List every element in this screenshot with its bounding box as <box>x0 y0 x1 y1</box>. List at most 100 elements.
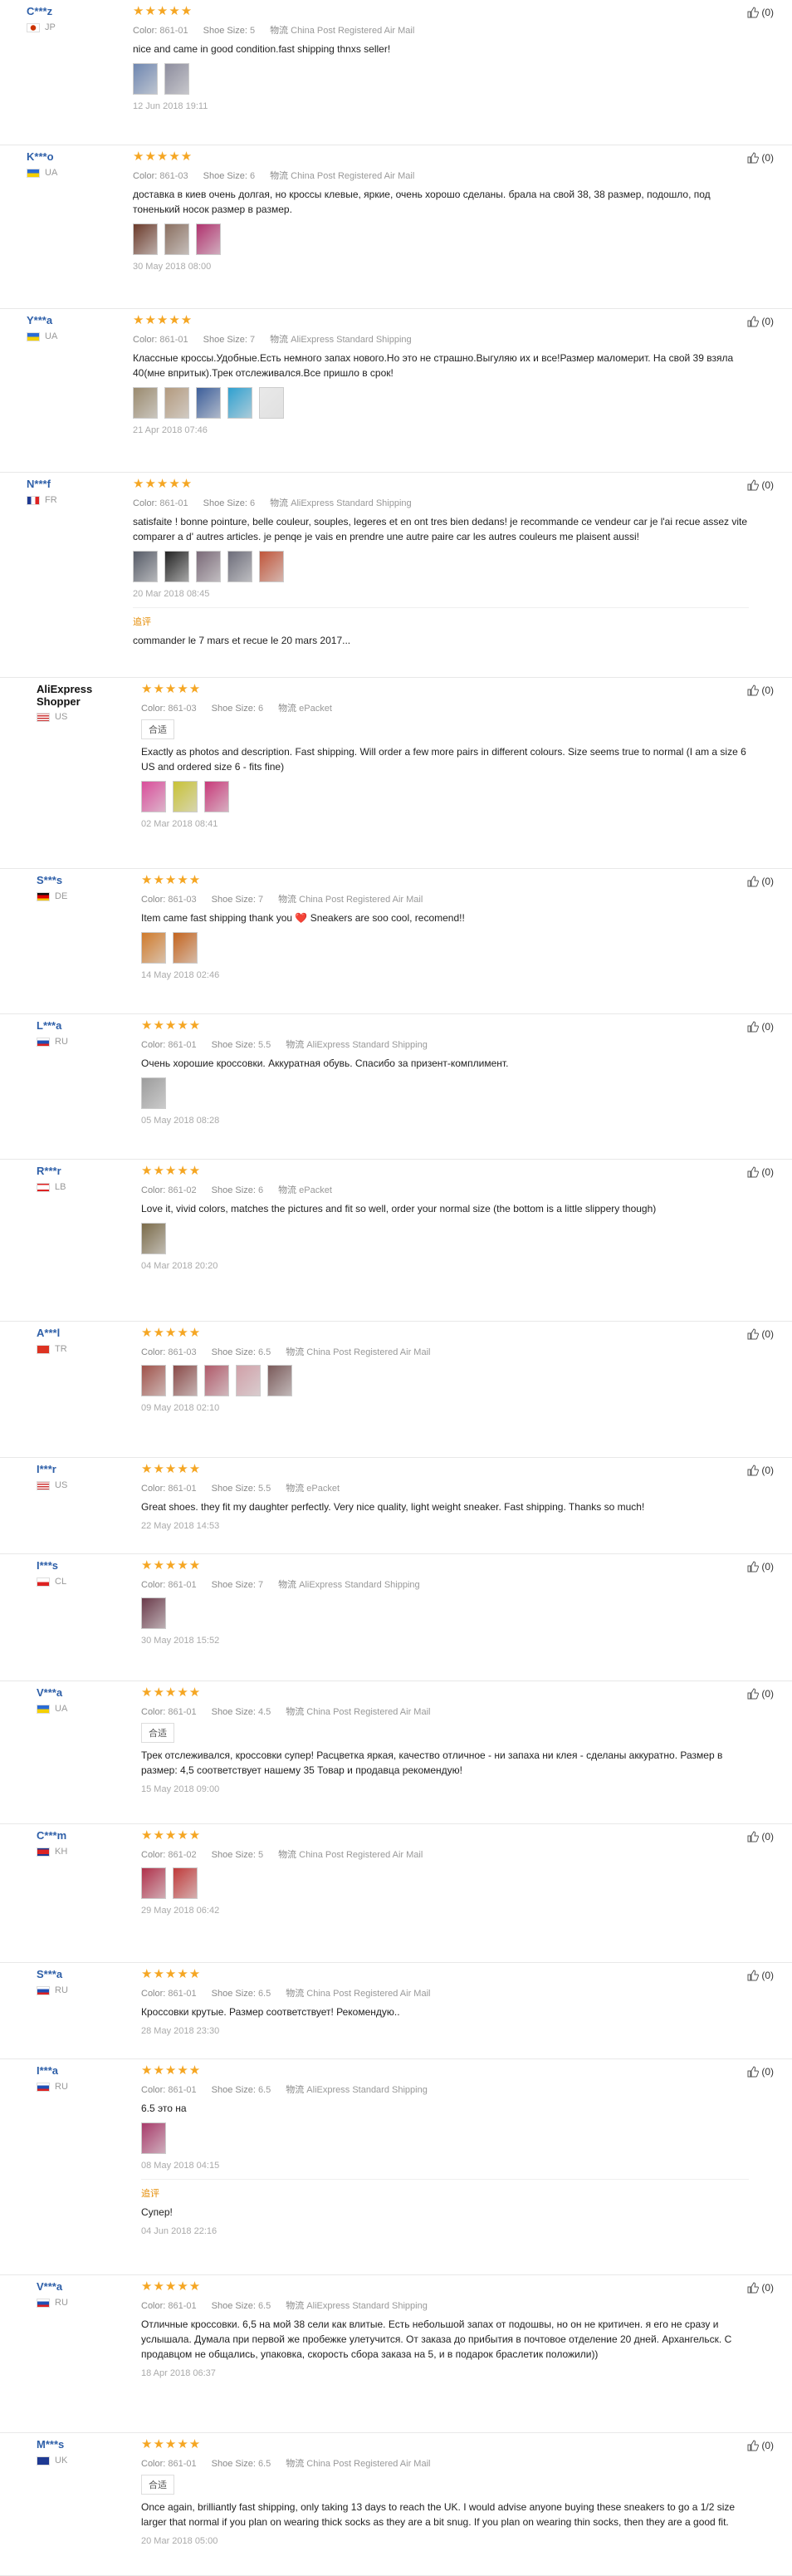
thumbs-up-icon[interactable] <box>747 1970 760 1981</box>
helpful-button[interactable]: (0) <box>747 479 774 491</box>
helpful-button[interactable]: (0) <box>747 1970 774 1981</box>
reviewer-name[interactable]: S***a <box>37 1968 136 1981</box>
review-text: Great shoes. they fit my daughter perfec… <box>141 1501 645 1513</box>
reviewer-name[interactable]: N***f <box>27 478 126 491</box>
helpful-button[interactable]: (0) <box>747 684 774 696</box>
review-photos <box>141 781 749 812</box>
reviewer-info: V***a RU <box>37 2280 136 2308</box>
review-date: 22 May 2018 14:53 <box>141 1521 220 1531</box>
thumbs-up-icon[interactable] <box>747 316 760 327</box>
shipping-icon: 物流 <box>286 1347 307 1357</box>
thumbs-up-icon[interactable] <box>747 2440 760 2451</box>
thumbs-up-icon[interactable] <box>747 684 760 696</box>
feedback-body: ★★★★★ Color: 861-01 Shoe Size: 6.5 物流 China… <box>141 2438 749 2546</box>
thumbs-up-icon[interactable] <box>747 7 760 18</box>
review-photo-thumbnail[interactable] <box>196 551 221 582</box>
review-photo-thumbnail[interactable] <box>141 1223 166 1254</box>
review-photo-thumbnail[interactable] <box>227 387 252 419</box>
reviewer-name[interactable]: V***a <box>37 2280 136 2294</box>
shipping-method: China Post Registered Air Mail <box>306 1989 431 1999</box>
review-photo-thumbnail[interactable] <box>227 551 252 582</box>
review-photo-thumbnail[interactable] <box>164 551 189 582</box>
review-photo-thumbnail[interactable] <box>196 387 221 419</box>
reviewer-name[interactable]: L***a <box>37 1019 136 1033</box>
thumbs-up-icon[interactable] <box>747 876 760 887</box>
review-photo-thumbnail[interactable] <box>259 387 284 419</box>
thumbs-up-icon[interactable] <box>747 1166 760 1178</box>
shipping-method: ePacket <box>299 704 332 714</box>
review-photo-thumbnail[interactable] <box>141 1365 166 1396</box>
color-value: 861-02 <box>168 1850 197 1860</box>
review-photo-thumbnail[interactable] <box>141 1077 166 1109</box>
review-date: 20 Mar 2018 05:00 <box>141 2536 218 2546</box>
thumbs-up-icon[interactable] <box>747 152 760 164</box>
helpful-button[interactable]: (0) <box>747 1688 774 1700</box>
review-photo-thumbnail[interactable] <box>141 932 166 964</box>
helpful-button[interactable]: (0) <box>747 2066 774 2078</box>
reviewer-name[interactable]: C***z <box>27 5 126 18</box>
review-photo-thumbnail[interactable] <box>173 932 198 964</box>
reviewer-name[interactable]: C***m <box>37 1829 136 1842</box>
review-photo-thumbnail[interactable] <box>133 63 158 95</box>
thumbs-up-icon[interactable] <box>747 479 760 491</box>
thumbs-up-icon[interactable] <box>747 1688 760 1700</box>
reviewer-name[interactable]: S***s <box>37 874 136 887</box>
size-label: Shoe Size: <box>211 2085 258 2095</box>
thumbs-up-icon[interactable] <box>747 1465 760 1476</box>
review-photo-thumbnail[interactable] <box>164 387 189 419</box>
helpful-button[interactable]: (0) <box>747 316 774 327</box>
helpful-button[interactable]: (0) <box>747 876 774 887</box>
helpful-button[interactable]: (0) <box>747 1328 774 1340</box>
helpful-count: (0) <box>761 876 774 887</box>
helpful-button[interactable]: (0) <box>747 1831 774 1842</box>
reviewer-name[interactable]: V***a <box>37 1686 136 1700</box>
reviewer-name[interactable]: M***s <box>37 2438 136 2451</box>
country-code: LB <box>55 1182 66 1192</box>
reviewer-info: S***a RU <box>37 1968 136 1995</box>
review-photo-thumbnail[interactable] <box>141 1597 166 1629</box>
helpful-button[interactable]: (0) <box>747 2282 774 2294</box>
review-photo-thumbnail[interactable] <box>133 387 158 419</box>
review-photo-thumbnail[interactable] <box>259 551 284 582</box>
reviewer-name[interactable]: I***s <box>37 1559 136 1573</box>
review-photo-thumbnail[interactable] <box>141 781 166 812</box>
helpful-button[interactable]: (0) <box>747 1465 774 1476</box>
helpful-button[interactable]: (0) <box>747 1021 774 1033</box>
review-photo-thumbnail[interactable] <box>133 223 158 255</box>
helpful-button[interactable]: (0) <box>747 7 774 18</box>
reviewer-name[interactable]: I***a <box>37 2064 136 2078</box>
feedback-body: ★★★★★ Color: 861-01 Shoe Size: 6 物流 AliExpr… <box>133 478 749 648</box>
review-photo-thumbnail[interactable] <box>141 1867 166 1899</box>
thumbs-up-icon[interactable] <box>747 2066 760 2078</box>
review-photo-thumbnail[interactable] <box>173 1867 198 1899</box>
helpful-count: (0) <box>761 2066 774 2078</box>
reviewer-name[interactable]: I***r <box>37 1463 136 1476</box>
review-photo-thumbnail[interactable] <box>173 1365 198 1396</box>
additional-review: 追评 commander le 7 mars et recue le 20 mar… <box>133 607 749 648</box>
review-photo-thumbnail[interactable] <box>204 781 229 812</box>
thumbs-up-icon[interactable] <box>747 1021 760 1033</box>
shipping-icon: 物流 <box>286 1484 307 1494</box>
reviewer-name[interactable]: A***l <box>37 1327 136 1340</box>
thumbs-up-icon[interactable] <box>747 1831 760 1842</box>
review-photo-thumbnail[interactable] <box>164 223 189 255</box>
review-photo-thumbnail[interactable] <box>196 223 221 255</box>
review-photo-thumbnail[interactable] <box>204 1365 229 1396</box>
thumbs-up-icon[interactable] <box>747 1328 760 1340</box>
review-photo-thumbnail[interactable] <box>236 1365 261 1396</box>
reviewer-name[interactable]: R***r <box>37 1165 136 1178</box>
review-photo-thumbnail[interactable] <box>141 2122 166 2154</box>
review-date: 30 May 2018 08:00 <box>133 262 212 272</box>
thumbs-up-icon[interactable] <box>747 1561 760 1573</box>
thumbs-up-icon[interactable] <box>747 2282 760 2294</box>
review-photo-thumbnail[interactable] <box>267 1365 292 1396</box>
review-photo-thumbnail[interactable] <box>164 63 189 95</box>
helpful-button[interactable]: (0) <box>747 152 774 164</box>
review-photo-thumbnail[interactable] <box>173 781 198 812</box>
helpful-button[interactable]: (0) <box>747 1561 774 1573</box>
reviewer-name[interactable]: K***o <box>27 150 126 164</box>
helpful-button[interactable]: (0) <box>747 1166 774 1178</box>
helpful-button[interactable]: (0) <box>747 2440 774 2451</box>
review-photo-thumbnail[interactable] <box>133 551 158 582</box>
reviewer-name[interactable]: Y***a <box>27 314 126 327</box>
